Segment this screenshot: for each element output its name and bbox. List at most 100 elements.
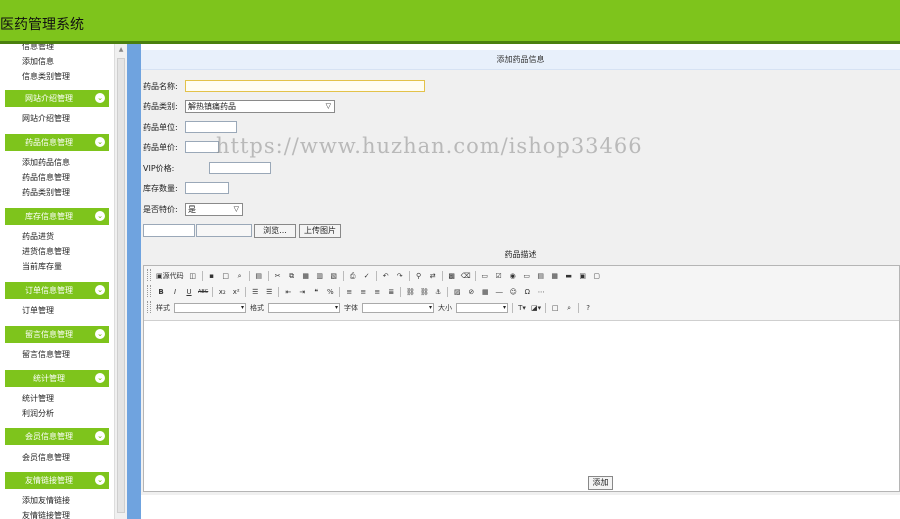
sidebar-item-statistics[interactable]: 统计管理 xyxy=(22,393,54,404)
indent-icon[interactable]: ⇥ xyxy=(297,287,307,298)
radio-icon[interactable]: ◉ xyxy=(508,271,518,282)
special-char-icon[interactable]: Ω xyxy=(522,287,532,298)
format-select[interactable]: ▾ xyxy=(268,303,340,313)
blockquote-icon[interactable]: ❝ xyxy=(311,287,321,298)
horizontal-rule-icon[interactable]: ― xyxy=(494,287,504,298)
remove-format-icon[interactable]: ⌫ xyxy=(461,271,471,282)
link-icon[interactable]: ⛓ xyxy=(405,287,415,298)
sidebar-header-site-intro[interactable]: 网站介绍管理 ⌄ xyxy=(5,90,109,107)
sidebar-item-current-stock[interactable]: 当前库存量 xyxy=(22,261,62,272)
about-icon[interactable]: ? xyxy=(583,303,593,314)
sidebar-item-purchase[interactable]: 药品进货 xyxy=(22,231,54,242)
sidebar-item-order-manage[interactable]: 订单管理 xyxy=(22,305,54,316)
copy-icon[interactable]: ⧉ xyxy=(287,271,297,282)
sidebar-header-statistics[interactable]: 统计管理 ⌄ xyxy=(5,370,109,387)
text-field-icon[interactable]: ▭ xyxy=(522,271,532,282)
undo-icon[interactable]: ↶ xyxy=(381,271,391,282)
scrollbar-thumb[interactable] xyxy=(117,58,125,513)
sidebar-header-drug-info[interactable]: 药品信息管理 ⌄ xyxy=(5,134,109,151)
image-icon[interactable]: ▨ xyxy=(452,287,462,298)
hidden-field-icon[interactable]: ▢ xyxy=(592,271,602,282)
sidebar-header-order-info[interactable]: 订单信息管理 ⌄ xyxy=(5,282,109,299)
bold-button[interactable]: B xyxy=(156,287,166,298)
sidebar-header-stock-info[interactable]: 库存信息管理 ⌄ xyxy=(5,208,109,225)
smiley-icon[interactable]: ☺ xyxy=(508,287,518,298)
sidebar-item-drug-category[interactable]: 药品类别管理 xyxy=(22,187,70,198)
drug-unit-input[interactable] xyxy=(185,121,237,133)
sidebar-header-message-info[interactable]: 留言信息管理 ⌄ xyxy=(5,326,109,343)
template-icon[interactable]: ▤ xyxy=(254,271,264,282)
preview-icon[interactable]: ◫ xyxy=(188,271,198,282)
sidebar-item-info-manage[interactable]: 信息管理 xyxy=(22,44,54,52)
drug-name-input[interactable] xyxy=(185,80,425,92)
maximize-icon[interactable]: □ xyxy=(550,303,560,314)
sidebar-scrollbar[interactable]: ▲ xyxy=(114,44,127,519)
image-path-input[interactable] xyxy=(143,224,195,237)
superscript-icon[interactable]: x² xyxy=(231,287,241,298)
add-submit-button[interactable]: 添加 xyxy=(588,476,613,490)
font-select[interactable]: ▾ xyxy=(362,303,434,313)
sidebar-header-links[interactable]: 友情链接管理 ⌄ xyxy=(5,472,109,489)
drug-category-select[interactable]: 解热镇痛药品 ▽ xyxy=(185,100,335,113)
background-color-icon[interactable]: ◪▾ xyxy=(531,303,541,314)
align-center-icon[interactable]: ≡ xyxy=(358,287,368,298)
sidebar-item-profit-analysis[interactable]: 利润分析 xyxy=(22,408,54,419)
find-icon[interactable]: ⚲ xyxy=(414,271,424,282)
style-select[interactable]: ▾ xyxy=(174,303,246,313)
underline-button[interactable]: U xyxy=(184,287,194,298)
browse-button[interactable]: 浏览... xyxy=(254,224,296,238)
save-icon[interactable]: ▪ xyxy=(207,271,217,282)
sidebar-item-link-manage[interactable]: 友情链接管理 xyxy=(22,510,70,519)
align-right-icon[interactable]: ≡ xyxy=(372,287,382,298)
form-icon[interactable]: ▭ xyxy=(480,271,490,282)
paste-text-icon[interactable]: ▥ xyxy=(315,271,325,282)
vip-price-input[interactable] xyxy=(209,162,271,174)
scroll-up-icon[interactable]: ▲ xyxy=(115,44,127,56)
show-blocks-icon[interactable]: ⌕ xyxy=(564,303,574,314)
replace-icon[interactable]: ⇄ xyxy=(428,271,438,282)
unlink-icon[interactable]: ⛓ xyxy=(419,287,429,298)
spellcheck-icon[interactable]: ✓ xyxy=(362,271,372,282)
sidebar-item-add-link[interactable]: 添加友情链接 xyxy=(22,495,70,506)
numbered-list-icon[interactable]: ☰ xyxy=(250,287,260,298)
cut-icon[interactable]: ✂ xyxy=(273,271,283,282)
anchor-icon[interactable]: ⚓ xyxy=(433,287,443,298)
paste-word-icon[interactable]: ▧ xyxy=(329,271,339,282)
source-code-button[interactable]: ▣源代码 xyxy=(156,271,184,282)
paste-icon[interactable]: ▦ xyxy=(301,271,311,282)
checkbox-icon[interactable]: ☑ xyxy=(494,271,504,282)
align-justify-icon[interactable]: ≣ xyxy=(386,287,396,298)
bulleted-list-icon[interactable]: ☰ xyxy=(264,287,274,298)
stock-quantity-input[interactable] xyxy=(185,182,229,194)
textarea-icon[interactable]: ▤ xyxy=(536,271,546,282)
select-field-icon[interactable]: ▦ xyxy=(550,271,560,282)
button-field-icon[interactable]: ▬ xyxy=(564,271,574,282)
sidebar-item-member-manage[interactable]: 会员信息管理 xyxy=(22,452,70,463)
align-left-icon[interactable]: ≡ xyxy=(344,287,354,298)
sidebar-item-add-drug[interactable]: 添加药品信息 xyxy=(22,157,70,168)
new-page-icon[interactable]: □ xyxy=(221,271,231,282)
sidebar-item-info-category[interactable]: 信息类别管理 xyxy=(22,71,70,82)
italic-button[interactable]: I xyxy=(170,287,180,298)
sidebar-item-site-intro[interactable]: 网站介绍管理 xyxy=(22,113,70,124)
print-preview-icon[interactable]: ⌕ xyxy=(235,271,245,282)
div-container-icon[interactable]: % xyxy=(325,287,335,298)
table-icon[interactable]: ▦ xyxy=(480,287,490,298)
file-input[interactable] xyxy=(196,224,252,237)
sidebar-item-add-info[interactable]: 添加信息 xyxy=(22,56,54,67)
redo-icon[interactable]: ↷ xyxy=(395,271,405,282)
drug-price-input[interactable] xyxy=(185,141,219,153)
special-price-select[interactable]: 是 ▽ xyxy=(185,203,243,216)
editor-content-area[interactable] xyxy=(144,322,899,491)
sidebar-item-drug-manage[interactable]: 药品信息管理 xyxy=(22,172,70,183)
strikethrough-button[interactable]: ABC xyxy=(198,287,208,298)
sidebar-item-message-manage[interactable]: 留言信息管理 xyxy=(22,349,70,360)
flash-icon[interactable]: ⊘ xyxy=(466,287,476,298)
upload-image-button[interactable]: 上传图片 xyxy=(299,224,341,238)
sidebar-item-purchase-manage[interactable]: 进货信息管理 xyxy=(22,246,70,257)
outdent-icon[interactable]: ⇤ xyxy=(283,287,293,298)
sidebar-header-member-info[interactable]: 会员信息管理 ⌄ xyxy=(5,428,109,445)
page-break-icon[interactable]: ⋯ xyxy=(536,287,546,298)
image-button-icon[interactable]: ▣ xyxy=(578,271,588,282)
select-all-icon[interactable]: ▩ xyxy=(447,271,457,282)
